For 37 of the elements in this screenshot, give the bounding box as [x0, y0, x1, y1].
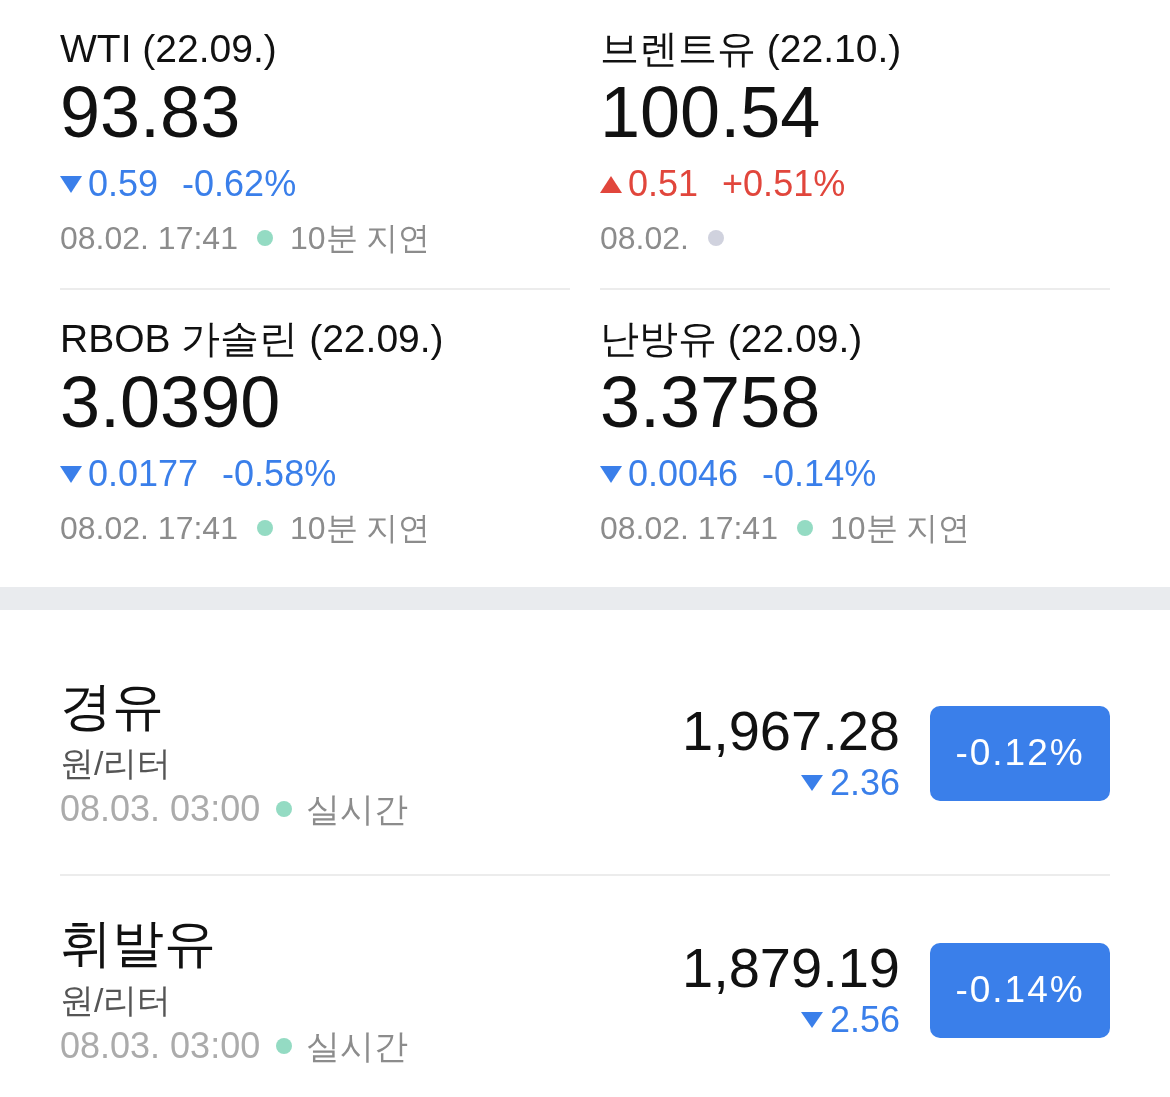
status-text: 10분 지연: [289, 219, 431, 258]
change-value: 2.36: [829, 761, 900, 805]
change-value: 2.56: [829, 998, 900, 1042]
change-value: 0.0177: [88, 452, 199, 496]
price-value: 3.3758: [600, 364, 821, 440]
change-value: 0.51: [628, 162, 699, 206]
fuel-name: 휘발유: [60, 913, 216, 974]
price-value: 3.0390: [60, 364, 281, 440]
timestamp: 08.02. 17:41: [60, 509, 238, 548]
change-rate: -0.58%: [222, 452, 337, 496]
change-rate: -0.62%: [182, 162, 297, 206]
change-value: 0.0046: [628, 452, 739, 496]
status-text: 10분 지연: [829, 509, 971, 548]
unit-label: 원/리터: [60, 743, 172, 784]
commodity-name: WTI (22.09.): [60, 26, 277, 72]
status-text: 실시간: [306, 789, 409, 830]
price-value: 100.54: [600, 74, 821, 150]
status-text: 10분 지연: [289, 509, 431, 548]
price-value: 1,879.19: [682, 938, 900, 998]
commodity-name: RBOB 가솔린 (22.09.): [60, 316, 444, 362]
fuel-name: 경유: [60, 676, 164, 737]
timestamp: 08.03. 03:00: [60, 787, 261, 831]
change-rate-badge: -0.12%: [930, 705, 1110, 801]
commodity-name: 난방유 (22.09.): [600, 316, 863, 362]
change-rate: +0.51%: [722, 162, 846, 206]
status-text: 실시간: [306, 1026, 409, 1067]
change-rate-badge: -0.14%: [930, 942, 1110, 1038]
price-value: 1,967.28: [682, 701, 900, 761]
unit-label: 원/리터: [60, 980, 172, 1021]
change-value: 0.59: [88, 162, 159, 206]
commodity-name: 브렌트유 (22.10.): [600, 26, 902, 72]
timestamp: 08.02. 17:41: [600, 509, 778, 548]
price-value: 93.83: [60, 74, 241, 150]
timestamp: 08.03. 03:00: [60, 1024, 261, 1068]
change-rate: -0.14%: [762, 452, 877, 496]
timestamp: 08.02. 17:41: [60, 219, 238, 258]
timestamp: 08.02.: [600, 219, 689, 258]
